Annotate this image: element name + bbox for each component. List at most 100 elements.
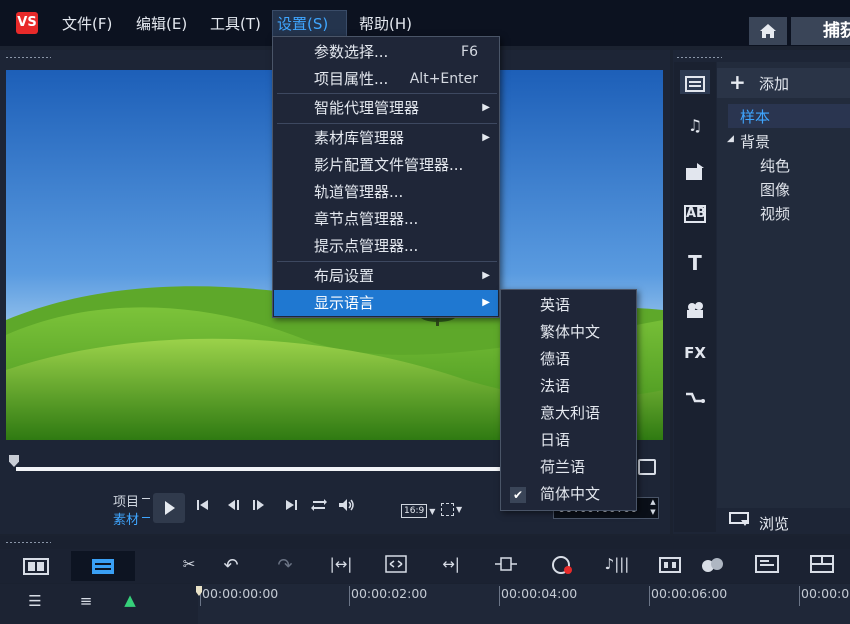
audio-icon[interactable]: ♫ <box>683 114 707 138</box>
volume-button[interactable] <box>338 498 356 516</box>
app-logo: VS <box>16 12 38 34</box>
language-french[interactable]: 法语 <box>502 373 635 400</box>
zoom-fit-icon[interactable] <box>383 555 409 577</box>
tree-item-solid-color[interactable]: 纯色 <box>760 155 790 176</box>
aspect-ratio-dropdown[interactable]: 16:9 ▼ <box>401 503 435 519</box>
volume-icon <box>339 499 354 511</box>
subtitle-editor-icon[interactable] <box>754 555 780 577</box>
mode-indicator <box>142 498 150 499</box>
capture-tab[interactable]: 捕获 <box>791 17 850 45</box>
preview-size-icon[interactable] <box>638 459 656 475</box>
language-german[interactable]: 德语 <box>502 346 635 373</box>
motion-tracking-icon[interactable] <box>657 555 683 579</box>
fit-project-icon[interactable]: |↔| <box>328 555 354 573</box>
language-italian[interactable]: 意大利语 <box>502 400 635 427</box>
menu-item-movie-profile-manager[interactable]: 影片配置文件管理器... <box>274 152 498 178</box>
menu-item-project-properties[interactable]: 项目属性... Alt+Enter <box>274 66 498 92</box>
menu-item-track-manager[interactable]: 轨道管理器... <box>274 179 498 205</box>
title-ab-icon[interactable]: AB <box>684 205 706 223</box>
tree-item-samples[interactable]: 样本 <box>740 106 770 127</box>
next-frame-icon <box>253 500 264 510</box>
ruler-label: 00:00:08 <box>801 586 850 601</box>
panel-grip[interactable] <box>5 56 51 59</box>
home-button[interactable] <box>749 17 787 45</box>
chevron-down-icon: ▼ <box>456 505 463 514</box>
redo-icon[interactable]: ↷ <box>272 555 298 576</box>
go-to-start-button[interactable] <box>196 498 210 516</box>
go-to-end-button[interactable] <box>284 498 298 516</box>
menu-item-library-manager[interactable]: 素材库管理器 ▶ <box>274 125 498 151</box>
shortcut-label: Alt+Enter <box>409 71 478 87</box>
language-traditional-chinese[interactable]: 繁体中文 <box>502 319 635 346</box>
mode-project-label[interactable]: 项目 <box>113 491 139 510</box>
crop-dropdown[interactable]: ▼ <box>441 503 462 516</box>
browse-button[interactable]: 浏览 <box>717 508 850 533</box>
ripple-edit-icon[interactable] <box>493 555 519 577</box>
ruler-label: 00:00:06:00 <box>651 586 728 601</box>
menu-item-display-language[interactable]: 显示语言 ▶ <box>274 290 498 316</box>
add-button[interactable]: + 添加 <box>717 68 850 98</box>
storyboard-view-button[interactable] <box>4 551 68 581</box>
collapse-triangle-icon[interactable]: ◢ <box>727 134 734 144</box>
menu-settings[interactable]: 设置(S) <box>272 10 347 38</box>
tree-item-image[interactable]: 图像 <box>760 179 790 200</box>
chevron-down-icon: ▼ <box>429 506 436 516</box>
menu-edit[interactable]: 编辑(E) <box>132 12 191 36</box>
menu-tools[interactable]: 工具(T) <box>206 12 265 36</box>
record-capture-icon[interactable] <box>549 555 575 579</box>
auto-music-icon[interactable]: ♪||| <box>604 555 630 573</box>
language-english[interactable]: 英语 <box>502 292 635 319</box>
repeat-button[interactable] <box>310 498 328 516</box>
language-dutch[interactable]: 荷兰语 <box>502 454 635 481</box>
text-t-icon[interactable]: T <box>683 251 707 275</box>
menu-item-label: 布局设置 <box>314 267 375 285</box>
ruler-tick <box>649 586 650 606</box>
timecode-spinner[interactable]: ▲ ▼ <box>648 497 658 519</box>
play-button[interactable] <box>153 493 185 523</box>
next-frame-button[interactable] <box>252 498 266 516</box>
previous-frame-button[interactable] <box>226 498 240 516</box>
menu-item-label: 显示语言 <box>314 294 375 312</box>
marker-dropdown-icon[interactable]: ▲ <box>117 591 143 609</box>
panel-grip[interactable] <box>5 541 51 544</box>
menu-item-label: 参数选择... <box>314 43 389 61</box>
menu-item-smart-proxy-manager[interactable]: 智能代理管理器 ▶ <box>274 95 498 121</box>
skip-start-icon <box>197 500 208 510</box>
repeat-icon <box>311 499 327 511</box>
menu-file[interactable]: 文件(F) <box>58 12 116 36</box>
path-icon[interactable] <box>683 386 707 410</box>
tools-icon[interactable]: ✂ <box>176 555 202 573</box>
settings-menu: 参数选择... F6 项目属性... Alt+Enter 智能代理管理器 ▶ 素… <box>272 36 500 318</box>
menu-item-label: 影片配置文件管理器... <box>314 156 464 174</box>
instant-project-icon[interactable] <box>683 160 707 184</box>
menu-item-label: 智能代理管理器 <box>314 99 420 117</box>
media-icon[interactable] <box>680 70 710 94</box>
browse-icon <box>729 512 749 526</box>
split-clip-icon[interactable]: ↔| <box>438 555 464 573</box>
undo-icon[interactable]: ↶ <box>218 555 244 576</box>
mode-clip-label[interactable]: 素材 <box>113 509 139 528</box>
menu-separator <box>277 123 497 124</box>
add-label: 添加 <box>759 75 790 93</box>
menu-item-label: 提示点管理器... <box>314 237 419 255</box>
multi-trim-icon[interactable] <box>809 555 835 577</box>
scrub-bar[interactable] <box>16 467 500 471</box>
language-japanese[interactable]: 日语 <box>502 427 635 454</box>
language-simplified-chinese[interactable]: ✔ 简体中文 <box>502 481 635 508</box>
menu-help[interactable]: 帮助(H) <box>355 12 416 36</box>
menu-item-cue-point-manager[interactable]: 提示点管理器... <box>274 233 498 259</box>
track-manager-icon[interactable]: ☰ <box>22 592 48 610</box>
menu-item-preferences[interactable]: 参数选择... F6 <box>274 39 498 65</box>
film-strip-icon <box>23 558 49 575</box>
add-track-icon[interactable]: ≡ <box>73 592 99 610</box>
graphics-icon[interactable] <box>683 297 707 321</box>
tree-item-video[interactable]: 视频 <box>760 203 790 224</box>
multi-camera-icon[interactable] <box>700 555 726 579</box>
menu-item-layout-settings[interactable]: 布局设置 ▶ <box>274 263 498 289</box>
menu-item-chapter-point-manager[interactable]: 章节点管理器... <box>274 206 498 232</box>
tree-item-background[interactable]: 背景 <box>740 131 770 152</box>
panel-grip[interactable] <box>676 56 722 59</box>
fx-icon[interactable]: FX <box>683 341 707 365</box>
timeline-view-button[interactable] <box>71 551 135 581</box>
ruler-tick <box>349 586 350 606</box>
